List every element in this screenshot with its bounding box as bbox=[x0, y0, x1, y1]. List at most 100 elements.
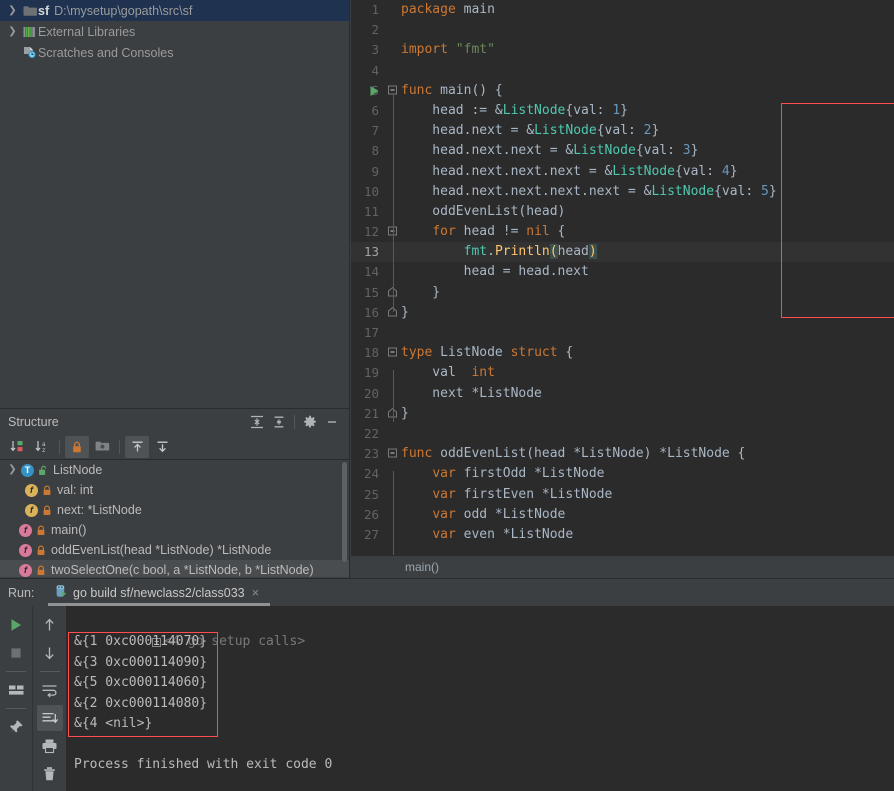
console-output[interactable]: + <4 go setup calls> &{1 0xc000114070} &{… bbox=[66, 606, 894, 791]
code-text[interactable]: for head != nil { bbox=[401, 222, 565, 242]
structure-item-oddevenlist[interactable]: f oddEvenList(head *ListNode) *ListNode bbox=[0, 540, 349, 560]
code-line[interactable]: 9 head.next.next.next = &ListNode{val: 4… bbox=[351, 162, 894, 182]
code-text[interactable]: fmt.Println(head) bbox=[401, 242, 597, 262]
pin-icon[interactable] bbox=[3, 714, 29, 740]
code-line[interactable]: 23 func oddEvenList(head *ListNode) *List… bbox=[351, 444, 894, 464]
sort-by-visibility-icon[interactable] bbox=[5, 436, 29, 458]
code-line[interactable]: 19 val int bbox=[351, 363, 894, 383]
code-text[interactable]: var even *ListNode bbox=[401, 525, 573, 545]
group-icon[interactable] bbox=[90, 436, 114, 458]
code-line[interactable]: 4 bbox=[351, 61, 894, 81]
expand-arrow-icon[interactable]: ❯ bbox=[4, 26, 21, 37]
code-text[interactable]: head.next = &ListNode{val: 2} bbox=[401, 121, 659, 141]
code-line[interactable]: 1 package main bbox=[351, 0, 894, 20]
fold-toggle-icon[interactable] bbox=[387, 283, 401, 303]
code-line[interactable]: 20 next *ListNode bbox=[351, 384, 894, 404]
expand-node-icon[interactable] bbox=[125, 435, 149, 458]
code-editor[interactable]: 1package main23import "fmt"45func main()… bbox=[351, 0, 894, 578]
layout-icon[interactable] bbox=[3, 677, 29, 703]
code-lines[interactable]: 1package main23import "fmt"45func main()… bbox=[351, 0, 894, 545]
code-text[interactable]: next *ListNode bbox=[401, 384, 542, 404]
up-arrow-icon[interactable] bbox=[37, 612, 63, 638]
structure-item-twoselectone[interactable]: f twoSelectOne(c bool, a *ListNode, b *L… bbox=[0, 560, 349, 577]
structure-item-next[interactable]: f next: *ListNode bbox=[0, 500, 349, 520]
code-line[interactable]: 7 head.next = &ListNode{val: 2} bbox=[351, 121, 894, 141]
collapse-all-icon[interactable] bbox=[268, 412, 290, 432]
fold-toggle-icon[interactable] bbox=[387, 404, 401, 424]
code-line[interactable]: 22 bbox=[351, 424, 894, 444]
code-text[interactable]: } bbox=[401, 303, 409, 323]
code-scroll-area[interactable]: 1package main23import "fmt"45func main()… bbox=[351, 0, 894, 555]
code-text[interactable]: import "fmt" bbox=[401, 40, 495, 60]
fold-toggle-icon[interactable] bbox=[387, 303, 401, 323]
code-line[interactable]: 11 oddEvenList(head) bbox=[351, 202, 894, 222]
code-text[interactable]: func oddEvenList(head *ListNode) *ListNo… bbox=[401, 444, 745, 464]
code-line[interactable]: 8 head.next.next = &ListNode{val: 3} bbox=[351, 141, 894, 161]
code-text[interactable]: head.next.next = &ListNode{val: 3} bbox=[401, 141, 698, 161]
structure-item-listnode[interactable]: ❯ T ListNode bbox=[0, 460, 349, 480]
gear-icon[interactable] bbox=[299, 412, 321, 432]
tree-item-scratches[interactable]: Scratches and Consoles bbox=[0, 42, 349, 63]
tree-item-external-libraries[interactable]: ❯ External Libraries bbox=[0, 21, 349, 42]
code-text[interactable]: package main bbox=[401, 0, 495, 20]
code-line[interactable]: 12 for head != nil { bbox=[351, 222, 894, 242]
code-text[interactable]: func main() { bbox=[401, 81, 503, 101]
code-line[interactable]: 24 var firstOdd *ListNode bbox=[351, 464, 894, 484]
print-icon[interactable] bbox=[37, 733, 63, 759]
code-line[interactable]: 5func main() { bbox=[351, 81, 894, 101]
code-text[interactable]: head.next.next.next = &ListNode{val: 4} bbox=[401, 162, 737, 182]
sort-alphabetically-icon[interactable]: a z bbox=[30, 436, 54, 458]
code-line[interactable]: 10 head.next.next.next.next = &ListNode{… bbox=[351, 182, 894, 202]
expand-arrow-icon[interactable]: ❯ bbox=[4, 5, 21, 16]
code-text[interactable]: var firstEven *ListNode bbox=[401, 485, 612, 505]
code-line[interactable]: 25 var firstEven *ListNode bbox=[351, 485, 894, 505]
code-text[interactable]: var firstOdd *ListNode bbox=[401, 464, 604, 484]
code-line[interactable]: 2 bbox=[351, 20, 894, 40]
chevron-down-icon[interactable]: ❯ bbox=[4, 465, 21, 475]
fold-toggle-icon[interactable] bbox=[387, 343, 401, 363]
code-line[interactable]: 14 head = head.next bbox=[351, 262, 894, 282]
trash-icon[interactable] bbox=[37, 761, 63, 787]
scroll-to-end-icon[interactable] bbox=[36, 705, 63, 731]
code-text[interactable]: head.next.next.next.next = &ListNode{val… bbox=[401, 182, 776, 202]
run-tab-go-build[interactable]: go build sf/newclass2/class033 × bbox=[48, 579, 263, 606]
show-non-public-icon[interactable] bbox=[65, 435, 89, 458]
code-line[interactable]: 18 type ListNode struct { bbox=[351, 343, 894, 363]
structure-item-val[interactable]: f val: int bbox=[0, 480, 349, 500]
code-line[interactable]: 21} bbox=[351, 404, 894, 424]
code-line[interactable]: 26 var odd *ListNode bbox=[351, 505, 894, 525]
code-text[interactable]: oddEvenList(head) bbox=[401, 202, 565, 222]
code-line[interactable]: 6 head := &ListNode{val: 1} bbox=[351, 101, 894, 121]
stop-icon[interactable] bbox=[3, 640, 29, 666]
code-line[interactable]: 27 var even *ListNode bbox=[351, 525, 894, 545]
code-text[interactable]: type ListNode struct { bbox=[401, 343, 573, 363]
code-text[interactable]: val int bbox=[401, 363, 495, 383]
lock-icon bbox=[41, 505, 53, 516]
fold-toggle-icon[interactable] bbox=[387, 222, 401, 242]
code-text[interactable]: } bbox=[401, 404, 409, 424]
hide-icon[interactable] bbox=[321, 412, 343, 432]
code-text[interactable]: head = head.next bbox=[401, 262, 589, 282]
rerun-icon[interactable] bbox=[3, 612, 29, 638]
structure-item-main[interactable]: f main() bbox=[0, 520, 349, 540]
soft-wrap-icon[interactable] bbox=[37, 677, 63, 703]
down-arrow-icon[interactable] bbox=[37, 640, 63, 666]
code-line[interactable]: 13 fmt.Println(head) bbox=[351, 242, 894, 263]
code-text[interactable]: var odd *ListNode bbox=[401, 505, 565, 525]
collapse-node-icon[interactable] bbox=[150, 436, 174, 458]
structure-scrollbar[interactable] bbox=[342, 462, 347, 562]
console-collapsed-frames[interactable]: + <4 go setup calls> bbox=[70, 612, 894, 649]
close-icon[interactable]: × bbox=[252, 586, 260, 599]
code-text[interactable]: head := &ListNode{val: 1} bbox=[401, 101, 628, 121]
fold-toggle-icon[interactable] bbox=[387, 444, 401, 464]
run-gutter-icon[interactable] bbox=[369, 85, 381, 97]
code-line[interactable]: 15 } bbox=[351, 283, 894, 303]
fold-toggle-icon[interactable] bbox=[387, 81, 401, 101]
breadcrumb[interactable]: main() bbox=[351, 555, 894, 578]
code-line[interactable]: 3 import "fmt" bbox=[351, 40, 894, 60]
code-line[interactable]: 16} bbox=[351, 303, 894, 323]
code-text[interactable]: } bbox=[401, 283, 440, 303]
code-line[interactable]: 17 bbox=[351, 323, 894, 343]
expand-all-icon[interactable] bbox=[246, 412, 268, 432]
tree-item-sf[interactable]: ❯ sf D:\mysetup\gopath\src\sf bbox=[0, 0, 349, 21]
